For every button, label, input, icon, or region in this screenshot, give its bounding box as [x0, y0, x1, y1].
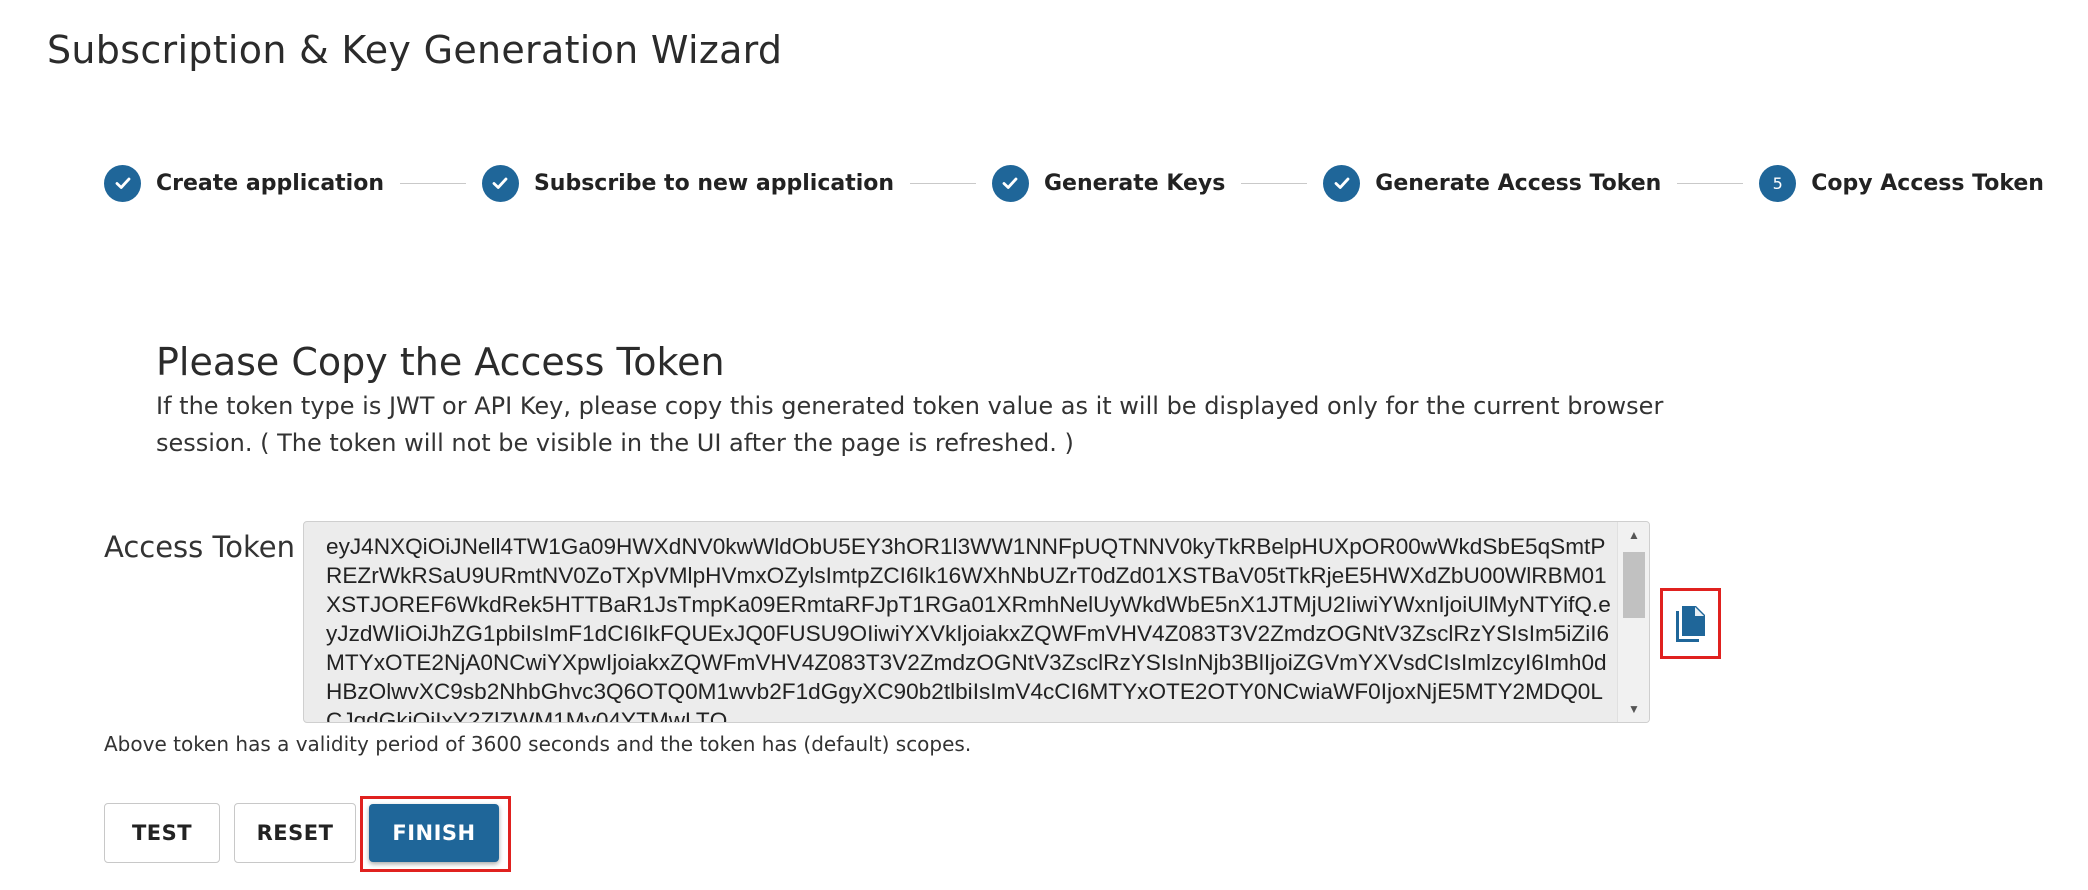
step-number: 5 — [1759, 164, 1797, 202]
step-subscribe[interactable]: Subscribe to new application — [481, 164, 895, 202]
reset-button[interactable]: RESET — [234, 803, 356, 863]
step-label: Generate Keys — [1043, 170, 1226, 196]
scroll-down-icon[interactable]: ▼ — [1618, 698, 1649, 720]
step-label: Copy Access Token — [1811, 170, 2044, 196]
step-create-application[interactable]: Create application — [104, 164, 385, 202]
validity-note: Above token has a validity period of 360… — [104, 732, 972, 756]
access-token-field[interactable]: eyJ4NXQiOiJNell4TW1Ga09HWXdNV0kwWldObU5E… — [303, 521, 1650, 723]
section-heading: Please Copy the Access Token — [156, 340, 725, 384]
check-icon — [1323, 164, 1361, 202]
section-description: If the token type is JWT or API Key, ple… — [156, 392, 1664, 457]
scroll-up-icon[interactable]: ▲ — [1618, 524, 1649, 546]
check-icon — [104, 164, 141, 202]
finish-button[interactable]: FINISH — [369, 804, 499, 862]
check-icon — [991, 164, 1029, 202]
token-scrollbar[interactable]: ▲ ▼ — [1617, 522, 1649, 722]
scroll-thumb[interactable] — [1623, 552, 1645, 618]
step-label: Generate Access Token — [1375, 170, 1662, 196]
step-connector — [1677, 182, 1744, 184]
step-generate-access-token[interactable]: Generate Access Token — [1323, 164, 1662, 202]
step-connector — [400, 182, 466, 184]
test-button[interactable]: TEST — [104, 803, 220, 863]
access-token-value[interactable]: eyJ4NXQiOiJNell4TW1Ga09HWXdNV0kwWldObU5E… — [326, 532, 1618, 722]
check-icon — [481, 164, 519, 202]
step-connector — [910, 182, 976, 184]
copy-token-button[interactable] — [1660, 588, 1721, 659]
wizard-stepper: Create application Subscribe to new appl… — [104, 162, 2044, 204]
step-copy-access-token[interactable]: 5 Copy Access Token — [1759, 164, 2044, 202]
step-label: Create application — [156, 170, 385, 196]
step-label: Subscribe to new application — [533, 170, 895, 196]
copy-icon — [1675, 605, 1705, 642]
page-title: Subscription & Key Generation Wizard — [47, 28, 783, 72]
step-generate-keys[interactable]: Generate Keys — [991, 164, 1226, 202]
step-connector — [1241, 182, 1308, 184]
access-token-label: Access Token — [104, 530, 296, 564]
